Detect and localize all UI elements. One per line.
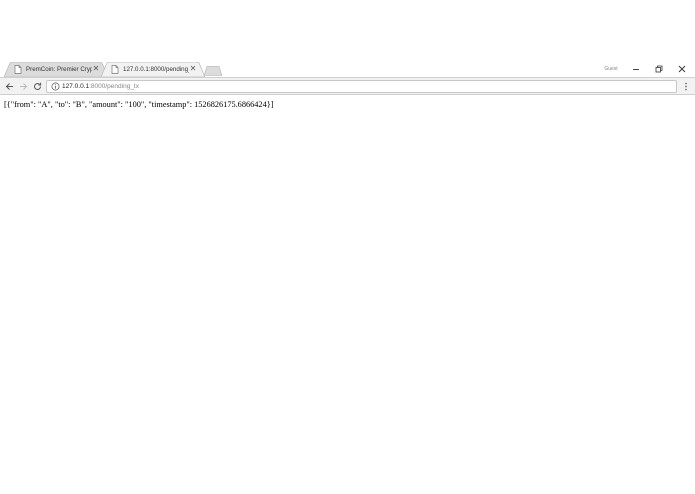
browser-chrome: PremCoin: Premier Crypto ✕ 127.0.0.1:800… (0, 60, 695, 95)
page-icon (111, 65, 119, 74)
tab-premcoin[interactable]: PremCoin: Premier Crypto ✕ (4, 62, 108, 77)
url-host: 127.0.0.1 (62, 83, 90, 90)
url-path: :8000/pending_tx (89, 83, 139, 90)
close-tab-icon[interactable]: ✕ (189, 65, 197, 73)
page-content: [{"from": "A", "to": "B", "amount": "100… (0, 95, 695, 494)
desktop-background (0, 0, 695, 60)
page-icon (14, 65, 22, 74)
browser-toolbar: 127.0.0.1:8000/pending_tx (0, 77, 695, 95)
close-window-icon[interactable] (676, 63, 688, 75)
reload-icon[interactable] (32, 81, 43, 92)
tab-strip: PremCoin: Premier Crypto ✕ 127.0.0.1:800… (0, 60, 695, 77)
tab-pending-tx[interactable]: 127.0.0.1:8000/pending_tx ✕ (101, 62, 205, 77)
forward-arrow-icon[interactable] (18, 81, 29, 92)
kebab-menu-icon[interactable] (682, 81, 690, 92)
tab-title: PremCoin: Premier Crypto (26, 66, 92, 73)
profile-label[interactable]: Guest (601, 66, 621, 72)
url-text: 127.0.0.1:8000/pending_tx (62, 82, 139, 91)
restore-icon[interactable] (653, 63, 665, 75)
tab-title: 127.0.0.1:8000/pending_tx (123, 66, 189, 73)
new-tab-button[interactable] (203, 66, 223, 76)
address-bar[interactable]: 127.0.0.1:8000/pending_tx (46, 80, 677, 93)
info-icon[interactable] (51, 82, 60, 91)
close-tab-icon[interactable]: ✕ (92, 65, 100, 73)
minimize-icon[interactable] (630, 63, 642, 75)
json-response-text: [{"from": "A", "to": "B", "amount": "100… (4, 100, 274, 109)
back-arrow-icon[interactable] (4, 81, 15, 92)
